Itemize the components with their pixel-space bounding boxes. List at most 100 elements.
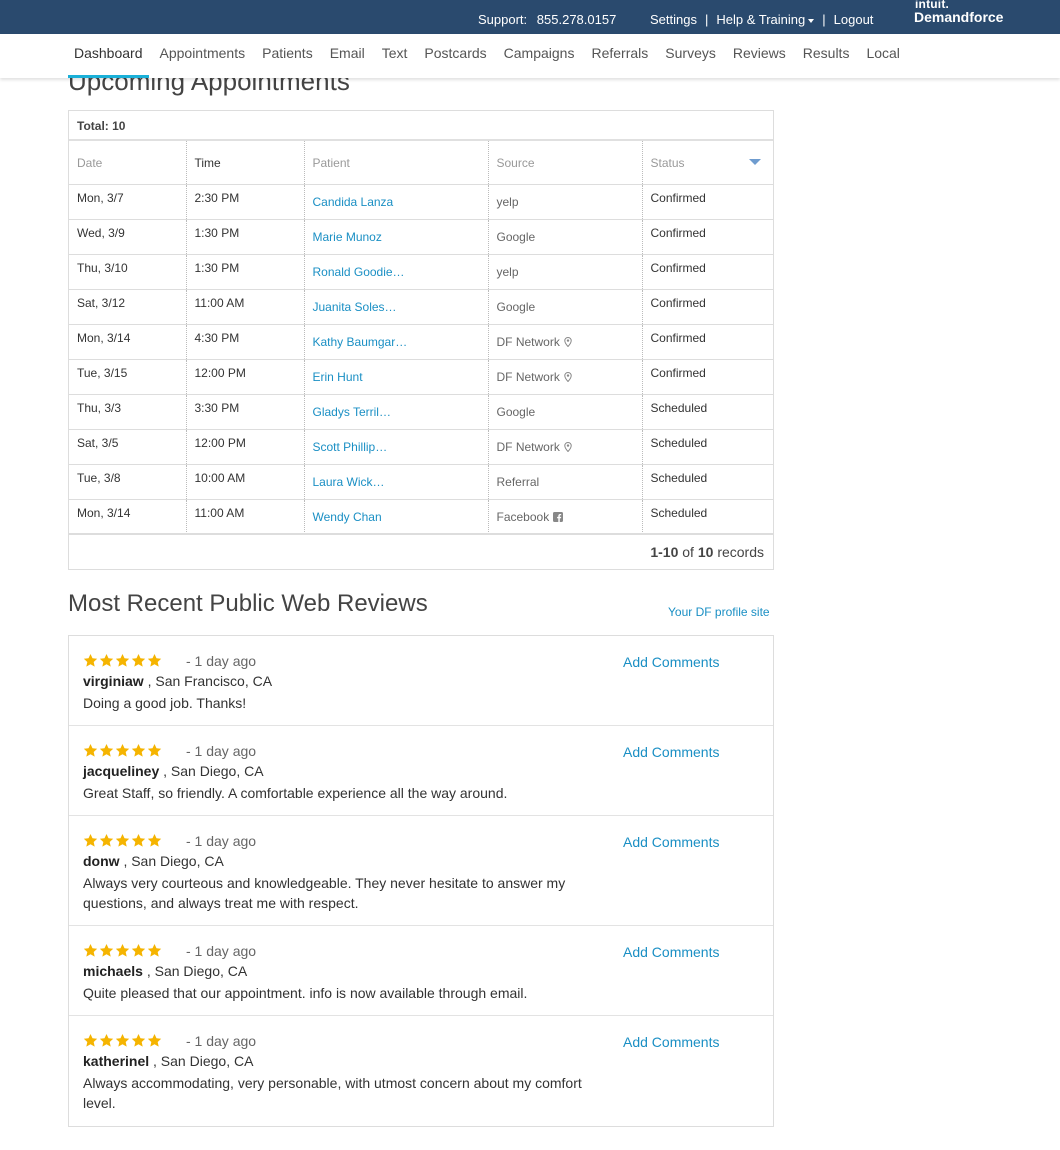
table-row[interactable]: Thu, 3/10 1:30 PM Ronald Goodie… yelp Confir… bbox=[69, 254, 773, 290]
patient-link[interactable]: Erin Hunt bbox=[304, 359, 489, 395]
cell-source: yelp bbox=[488, 254, 643, 290]
patient-link[interactable]: Juanita Soles… bbox=[304, 289, 489, 325]
nav-item-local[interactable]: Local bbox=[860, 34, 905, 78]
df-profile-site-link[interactable]: Your DF profile site bbox=[668, 605, 770, 619]
column-header-status[interactable]: Status bbox=[642, 141, 773, 185]
star-icon bbox=[131, 833, 147, 853]
column-header-patient[interactable]: Patient bbox=[304, 141, 489, 185]
facebook-icon bbox=[553, 511, 564, 522]
column-header-time[interactable]: Time bbox=[186, 141, 305, 185]
table-row[interactable]: Thu, 3/3 3:30 PM Gladys Terril… Google Sched… bbox=[69, 394, 773, 430]
review-age: - 1 day ago bbox=[186, 943, 257, 959]
nav-item-results[interactable]: Results bbox=[797, 34, 856, 78]
nav-item-patients[interactable]: Patients bbox=[256, 34, 319, 78]
review-age: - 1 day ago bbox=[186, 1033, 257, 1049]
table-row[interactable]: Sat, 3/12 11:00 AM Juanita Soles… Google Con… bbox=[69, 289, 773, 325]
patient-link[interactable]: Laura Wick… bbox=[304, 464, 489, 500]
cell-status: Scheduled bbox=[642, 499, 773, 535]
table-row[interactable]: Wed, 3/9 1:30 PM Marie Munoz Google Confirme… bbox=[69, 219, 773, 255]
nav-item-email[interactable]: Email bbox=[324, 34, 371, 78]
cell-status: Confirmed bbox=[642, 219, 773, 255]
add-comments-link[interactable]: Add Comments bbox=[623, 944, 719, 960]
column-header-source[interactable]: Source bbox=[488, 141, 643, 185]
source-label: DF Network bbox=[496, 439, 560, 454]
star-icon bbox=[83, 653, 99, 673]
cell-status: Scheduled bbox=[642, 429, 773, 465]
help-training-menu[interactable]: Help & Training bbox=[716, 12, 815, 27]
brand-logo[interactable]: intuit. Demandforce bbox=[914, 0, 1003, 24]
table-row[interactable]: Tue, 3/15 12:00 PM Erin Hunt DF Network Conf… bbox=[69, 359, 773, 395]
rating-stars bbox=[83, 653, 163, 673]
cell-status: Confirmed bbox=[642, 184, 773, 220]
source-label: Facebook bbox=[496, 509, 550, 524]
patient-link[interactable]: Scott Phillip… bbox=[304, 429, 489, 465]
settings-link[interactable]: Settings bbox=[650, 12, 697, 27]
patient-link[interactable]: Wendy Chan bbox=[304, 499, 489, 535]
rating-stars bbox=[83, 743, 163, 763]
star-icon bbox=[131, 653, 147, 673]
nav-item-surveys[interactable]: Surveys bbox=[659, 34, 722, 78]
nav-item-dashboard[interactable]: Dashboard bbox=[68, 34, 149, 78]
nav-item-text[interactable]: Text bbox=[376, 34, 414, 78]
add-comments-link[interactable]: Add Comments bbox=[623, 834, 719, 850]
source-label: DF Network bbox=[496, 369, 560, 384]
cell-time: 12:00 PM bbox=[186, 429, 305, 465]
star-icon bbox=[115, 833, 131, 853]
table-row[interactable]: Tue, 3/8 10:00 AM Laura Wick… Referral Sched… bbox=[69, 464, 773, 500]
cell-source: Facebook bbox=[488, 499, 643, 535]
cell-time: 2:30 PM bbox=[186, 184, 305, 220]
support-info: Support: 855.278.0157 bbox=[478, 12, 616, 27]
review-item: - 1 day ago donw , San Diego, CA Always ve… bbox=[69, 816, 773, 926]
source-label: DF Network bbox=[496, 334, 560, 349]
nav-item-referrals[interactable]: Referrals bbox=[585, 34, 654, 78]
nav-item-appointments[interactable]: Appointments bbox=[154, 34, 252, 78]
review-item: - 1 day ago jacqueliney , San Diego, CA Gr… bbox=[69, 726, 773, 816]
nav-item-postcards[interactable]: Postcards bbox=[418, 34, 492, 78]
star-icon bbox=[147, 743, 163, 763]
add-comments-link[interactable]: Add Comments bbox=[623, 1034, 719, 1050]
nav-item-campaigns[interactable]: Campaigns bbox=[498, 34, 581, 78]
table-row[interactable]: Sat, 3/5 12:00 PM Scott Phillip… DF Network… bbox=[69, 429, 773, 465]
logout-link[interactable]: Logout bbox=[834, 12, 874, 27]
source-label: yelp bbox=[496, 264, 519, 279]
review-username: virginiaw bbox=[83, 673, 144, 689]
appointments-panel: Total: 10 Date Time Patient Source Statu… bbox=[68, 110, 774, 570]
patient-link[interactable]: Candida Lanza bbox=[304, 184, 489, 220]
add-comments-link[interactable]: Add Comments bbox=[623, 744, 719, 760]
add-comments-link[interactable]: Add Comments bbox=[623, 654, 719, 670]
rating-stars bbox=[83, 943, 163, 963]
table-row[interactable]: Mon, 3/14 4:30 PM Kathy Baumgar… DF Network… bbox=[69, 324, 773, 360]
cell-status: Scheduled bbox=[642, 394, 773, 430]
nav-list: Dashboard Appointments Patients Email Text Po… bbox=[68, 34, 911, 78]
cell-time: 11:00 AM bbox=[186, 499, 305, 535]
pager-range: 1-10 bbox=[650, 544, 679, 560]
nav-item-reviews[interactable]: Reviews bbox=[727, 34, 792, 78]
patient-link[interactable]: Marie Munoz bbox=[304, 219, 489, 255]
cell-source: Google bbox=[488, 394, 643, 430]
review-location: , San Diego, CA bbox=[146, 963, 248, 979]
review-location: , San Diego, CA bbox=[153, 1053, 254, 1069]
appointments-total: Total: 10 bbox=[69, 111, 773, 141]
star-icon bbox=[83, 743, 99, 763]
column-header-date[interactable]: Date bbox=[69, 141, 187, 185]
divider: | bbox=[822, 12, 826, 27]
table-header-row: Date Time Patient Source Status bbox=[69, 141, 773, 185]
star-icon bbox=[147, 653, 163, 673]
review-location: , San Diego, CA bbox=[123, 853, 224, 869]
star-icon bbox=[115, 943, 131, 963]
table-row[interactable]: Mon, 3/14 11:00 AM Wendy Chan Facebook Sched… bbox=[69, 499, 773, 535]
sort-desc-icon[interactable] bbox=[749, 159, 761, 165]
review-text: Always accommodating, very personable, w… bbox=[83, 1075, 582, 1111]
patient-link[interactable]: Kathy Baumgar… bbox=[304, 324, 489, 360]
cell-status: Confirmed bbox=[642, 359, 773, 395]
table-row[interactable]: Mon, 3/7 2:30 PM Candida Lanza yelp Confirme… bbox=[69, 184, 773, 220]
patient-link[interactable]: Gladys Terril… bbox=[304, 394, 489, 430]
pin-icon bbox=[564, 336, 572, 347]
review-text: Always very courteous and knowledgeable.… bbox=[83, 875, 566, 911]
support-phone[interactable]: 855.278.0157 bbox=[537, 12, 617, 27]
patient-link[interactable]: Ronald Goodie… bbox=[304, 254, 489, 290]
account-links: Settings | Help & Training | Logout bbox=[650, 12, 873, 27]
review-author: virginiaw , San Francisco, CA bbox=[83, 673, 272, 689]
cell-time: 10:00 AM bbox=[186, 464, 305, 500]
star-icon bbox=[99, 833, 115, 853]
